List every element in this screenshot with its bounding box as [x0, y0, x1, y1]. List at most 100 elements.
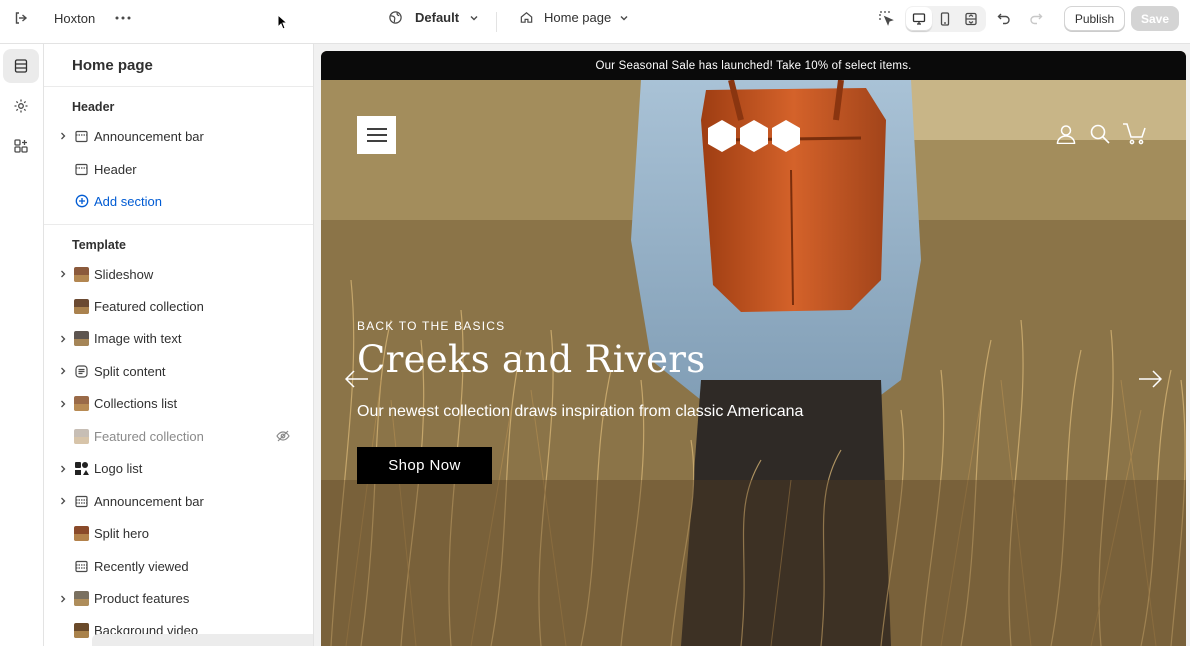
chevron-down-icon	[620, 15, 628, 20]
hero-eyebrow: BACK TO THE BASICS	[357, 319, 506, 333]
section-row-announcement-bar[interactable]: Announcement bar	[56, 486, 306, 516]
desktop-view-icon[interactable]	[906, 7, 932, 31]
chevron-right-icon[interactable]	[56, 494, 70, 508]
add-section-label: Add section	[94, 193, 162, 209]
section-label: Logo list	[94, 461, 143, 477]
chevron-right-icon[interactable]	[56, 129, 70, 143]
undo-icon[interactable]	[991, 5, 1017, 31]
sections-sidebar: Home page Header Announcement bar Header…	[44, 44, 314, 646]
divider	[496, 12, 497, 32]
publish-button[interactable]: Publish	[1064, 6, 1125, 31]
section-row-split-content[interactable]: Split content	[56, 356, 306, 386]
section-row-image-with-text[interactable]: Image with text	[56, 324, 306, 354]
section-thumbnail-icon	[74, 428, 89, 444]
header-group-label: Header	[72, 100, 115, 114]
search-icon[interactable]	[1090, 124, 1110, 147]
more-options-icon[interactable]	[110, 5, 136, 31]
redo-icon[interactable]	[1023, 5, 1049, 31]
storefront-preview: Our Seasonal Sale has launched! Take 10%…	[321, 51, 1186, 646]
menu-hamburger-icon[interactable]	[357, 116, 396, 154]
template-group-label: Template	[72, 238, 126, 252]
slide-prev-arrow-icon[interactable]	[344, 370, 369, 391]
sections-icon[interactable]	[3, 49, 39, 83]
chevron-right-icon[interactable]	[56, 332, 70, 346]
account-icon[interactable]	[1056, 124, 1076, 147]
logo-list-icon	[74, 461, 89, 476]
chevron-right-icon[interactable]	[56, 592, 70, 606]
editor-topbar: Hoxton Default Home page Publish Save	[0, 0, 1190, 44]
globe-icon	[389, 11, 402, 24]
section-row-recently-viewed[interactable]: Recently viewed	[56, 551, 306, 581]
horizontal-scrollbar[interactable]	[92, 634, 313, 646]
section-thumbnail-icon	[74, 526, 89, 542]
section-thumbnail-icon	[74, 396, 89, 412]
save-button[interactable]: Save	[1131, 6, 1179, 31]
hero-title: Creeks and Rivers	[357, 338, 706, 381]
app-embeds-icon[interactable]	[3, 129, 39, 163]
page-selector[interactable]: Home page	[519, 10, 629, 25]
section-label: Image with text	[94, 331, 182, 347]
section-label: Product features	[94, 591, 190, 606]
inspector-icon[interactable]	[873, 5, 899, 31]
section-row-slideshow[interactable]: Slideshow	[56, 259, 306, 289]
editor-rail	[0, 44, 44, 646]
section-row-announcement-bar[interactable]: Announcement bar	[56, 121, 306, 151]
section-label: Slideshow	[94, 266, 154, 282]
section-label: Featured collection	[94, 428, 204, 444]
section-thumbnail-icon	[74, 331, 89, 347]
chevron-down-icon	[470, 15, 478, 20]
store-name: Hoxton	[54, 10, 96, 26]
section-label: Featured collection	[94, 298, 204, 314]
divider	[44, 86, 313, 87]
section-label: Announcement bar	[94, 493, 204, 509]
viewport-switcher	[905, 6, 986, 32]
section-thumbnail-icon	[74, 298, 89, 314]
section-thumbnail-icon	[74, 623, 89, 639]
announcement-bar[interactable]: Our Seasonal Sale has launched! Take 10%…	[321, 51, 1186, 80]
exit-icon[interactable]	[8, 5, 34, 31]
section-row-collections-list[interactable]: Collections list	[56, 389, 306, 419]
section-row-featured-collection[interactable]: Featured collection	[56, 291, 306, 321]
store-logo[interactable]	[707, 119, 801, 156]
mobile-view-icon[interactable]	[932, 7, 958, 31]
theme-settings-gear-icon[interactable]	[3, 89, 39, 123]
chevron-right-icon[interactable]	[56, 364, 70, 378]
add-circle-icon	[74, 194, 89, 209]
section-layout-icon	[74, 559, 89, 574]
section-row-split-hero[interactable]: Split hero	[56, 519, 306, 549]
theme-label: Default	[415, 10, 460, 25]
section-row-logo-list[interactable]: Logo list	[56, 454, 306, 484]
section-row-header[interactable]: Header	[56, 154, 306, 184]
section-label: Header	[94, 161, 137, 177]
hidden-eye-slash-icon[interactable]	[276, 429, 290, 446]
section-layout-icon	[74, 162, 89, 177]
shop-now-button[interactable]: Shop Now	[357, 447, 492, 484]
chevron-right-icon[interactable]	[56, 267, 70, 281]
section-label: Recently viewed	[94, 558, 189, 574]
cart-icon[interactable]	[1122, 123, 1146, 148]
hero-subtitle: Our newest collection draws inspiration …	[357, 403, 804, 420]
mouse-cursor-icon	[277, 13, 289, 33]
hero-slideshow[interactable]: BACK TO THE BASICS Creeks and Rivers Our…	[321, 80, 1186, 646]
home-icon	[520, 12, 533, 23]
full-width-view-icon[interactable]	[958, 7, 984, 31]
section-label: Collections list	[94, 396, 178, 412]
section-thumbnail-icon	[74, 266, 89, 282]
page-label: Home page	[544, 10, 612, 25]
slide-next-arrow-icon[interactable]	[1138, 370, 1163, 391]
sidebar-title: Home page	[72, 57, 153, 74]
chevron-right-icon[interactable]	[56, 397, 70, 411]
section-label: Split content	[94, 363, 166, 379]
section-label: Split hero	[94, 526, 149, 542]
section-layout-icon	[74, 129, 89, 144]
add-section-button[interactable]: Add section	[56, 186, 306, 216]
section-label: Announcement bar	[94, 128, 204, 144]
divider	[44, 224, 313, 225]
text-block-icon	[74, 364, 89, 379]
section-row-featured-collection[interactable]: Featured collection	[56, 421, 306, 451]
theme-selector[interactable]: Default	[388, 10, 479, 25]
section-row-product-features[interactable]: Product features	[56, 584, 306, 614]
section-layout-icon	[74, 494, 89, 509]
chevron-right-icon[interactable]	[56, 462, 70, 476]
section-thumbnail-icon	[74, 591, 89, 606]
